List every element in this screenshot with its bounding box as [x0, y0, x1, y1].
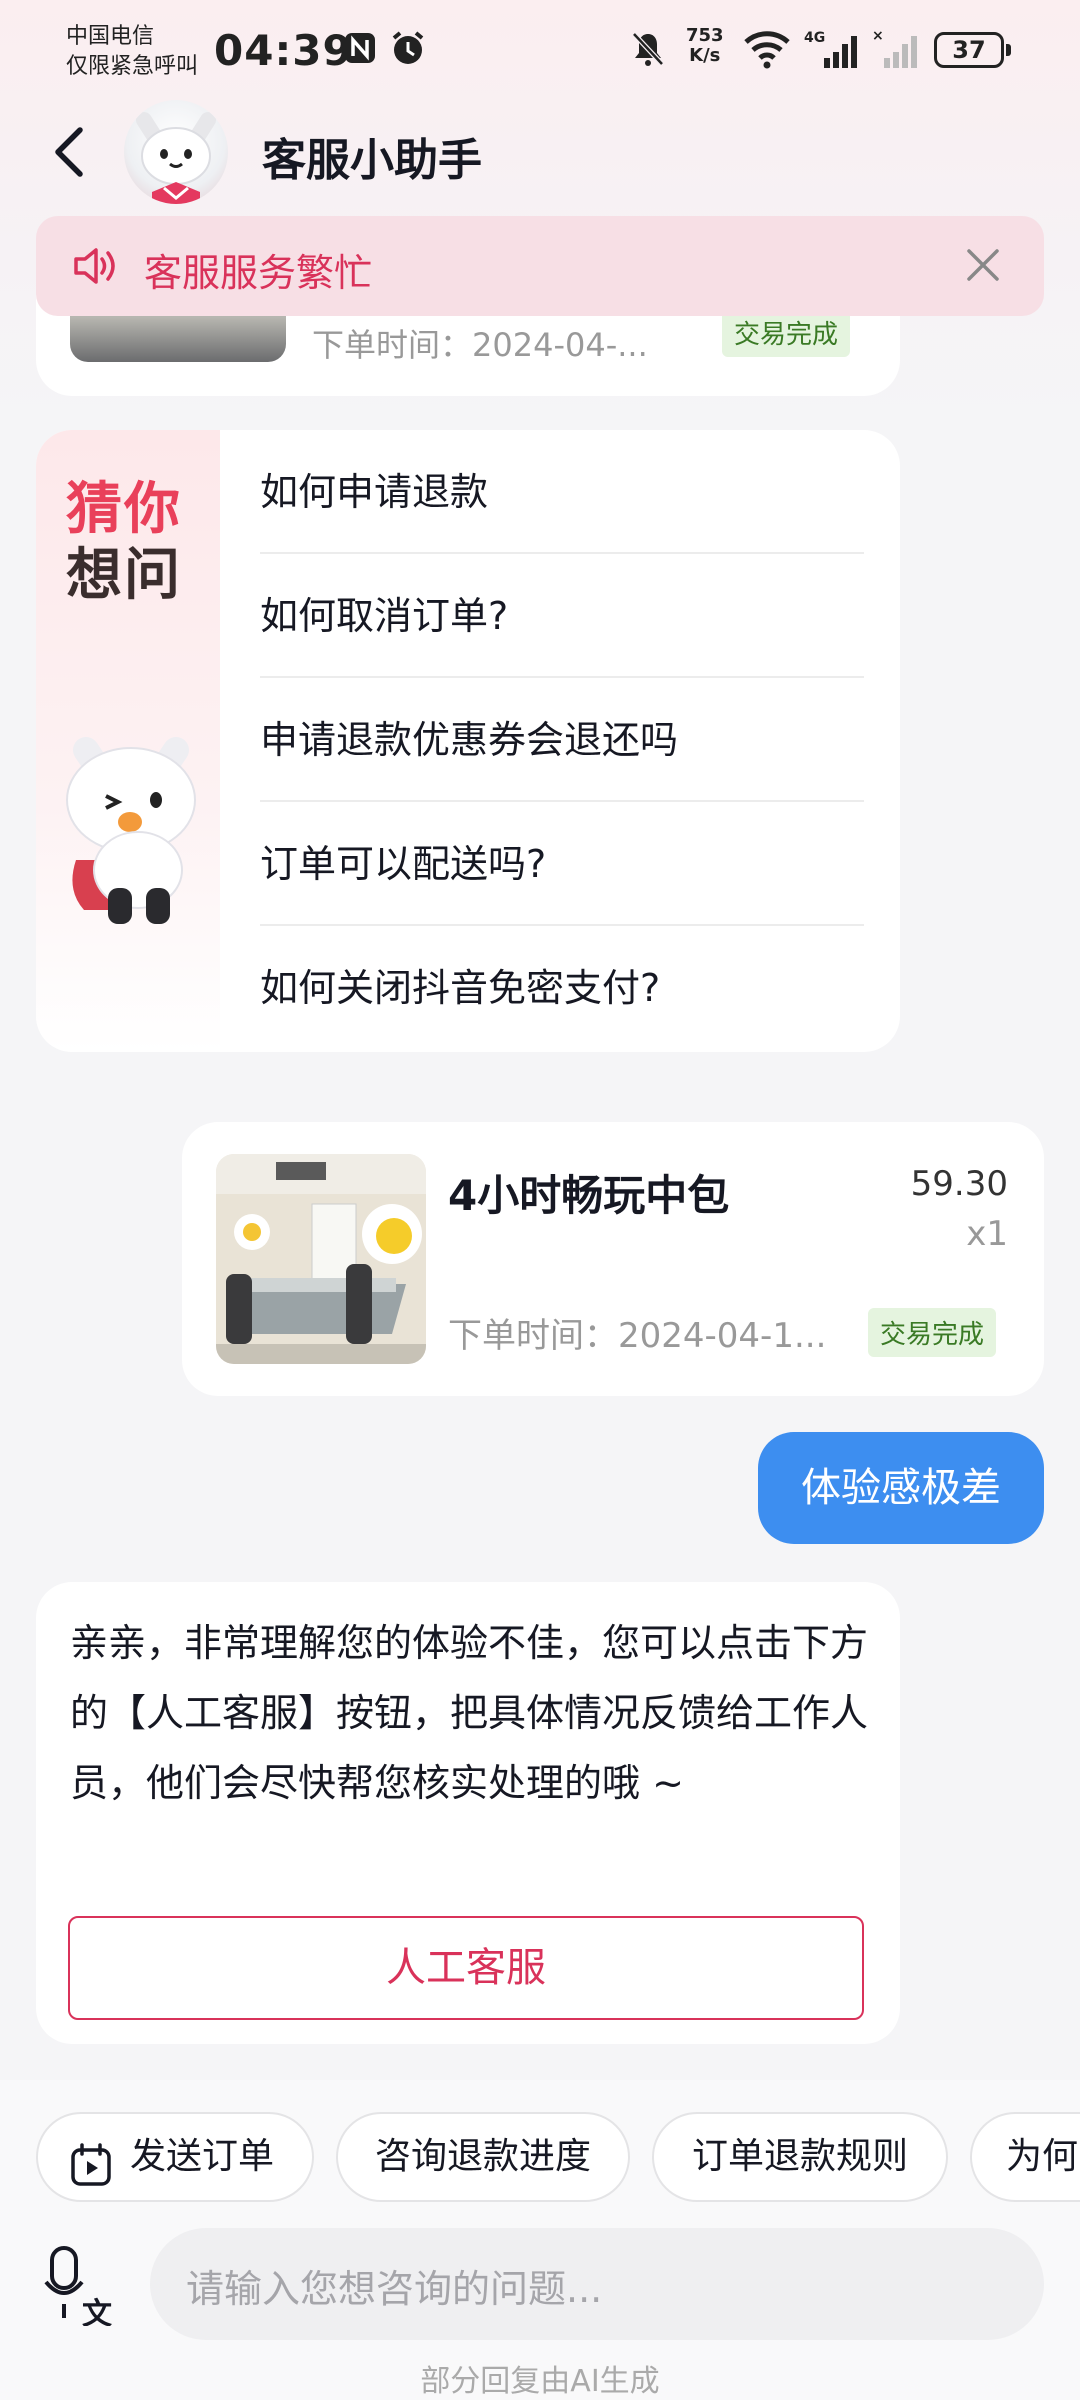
faq-item[interactable]: 订单可以配送吗?: [260, 802, 864, 926]
faq-panel-sidebar: 猜你 想问: [36, 430, 220, 1052]
human-service-button[interactable]: 人工客服: [68, 1916, 864, 2020]
alarm-icon: [388, 28, 428, 76]
close-icon: [967, 249, 999, 281]
input-placeholder: 请输入您想咨询的问题...: [186, 2267, 603, 2311]
faq-item[interactable]: 如何取消订单?: [260, 554, 864, 678]
net-speed-value: 753: [686, 25, 724, 46]
user-message-bubble: 体验感极差: [758, 1432, 1044, 1544]
quick-action-why[interactable]: 为何: [970, 2112, 1080, 2202]
mascot-illustration: [46, 710, 216, 930]
signal-4g-icon: 4G: [804, 28, 858, 78]
voice-translate-icon: 文: [44, 2246, 112, 2332]
assistant-avatar: [124, 100, 228, 204]
wifi-icon: [740, 26, 796, 78]
order-time: 下单时间：2024-04-...: [312, 326, 648, 364]
close-notice-button[interactable]: [958, 240, 1008, 290]
message-input[interactable]: 请输入您想咨询的问题...: [150, 2228, 1044, 2340]
page-title: 客服小助手: [262, 135, 482, 186]
quick-action-label: 发送订单: [130, 2136, 275, 2177]
order-time: 下单时间：2024-04-1...: [448, 1316, 827, 1356]
net-speed-unit: K/s: [689, 45, 721, 66]
carrier-info: 中国电信 仅限紧急呼叫: [66, 22, 198, 82]
status-badge: 交易完成: [868, 1308, 997, 1357]
status-bar: 中国电信 仅限紧急呼叫 04:39 753 K/s 4G × 37: [0, 0, 1080, 100]
faq-item[interactable]: 如何关闭抖音免密支付?: [260, 926, 864, 1050]
notice-text: 客服服务繁忙: [144, 251, 373, 295]
back-button[interactable]: [46, 122, 96, 182]
faq-item[interactable]: 申请退款优惠券会退还吗: [260, 678, 864, 802]
svg-text:4G: 4G: [804, 30, 825, 46]
order-photo: [216, 1154, 426, 1364]
battery-icon: 37: [934, 32, 1011, 68]
product-name: 4小时畅玩中包: [448, 1171, 730, 1220]
ai-disclaimer: 部分回复由AI生成: [420, 2364, 660, 2399]
chevron-left-icon: [55, 127, 83, 177]
faq-title-line2: 想问: [66, 543, 182, 608]
speaker-icon: [70, 244, 120, 292]
svg-text:×: ×: [872, 28, 884, 44]
busy-notice-banner: 客服服务繁忙: [36, 216, 1044, 316]
faq-item[interactable]: 如何申请退款: [260, 430, 864, 554]
product-quantity: x1: [966, 1214, 1008, 1254]
bot-message-text: 亲亲，非常理解您的体验不佳，您可以点击下方的【人工客服】按钮，把具体情况反馈给工…: [70, 1621, 869, 1805]
faq-panel: 猜你 想问 如何申请退款 如何取消订单? 申请退款优惠券会退还吗 订单可以配送吗…: [36, 430, 900, 1052]
quick-action-send-order[interactable]: 发送订单: [36, 2112, 314, 2202]
nfc-icon: [342, 30, 378, 74]
net-speed: 753 K/s: [686, 26, 724, 66]
carrier-status: 仅限紧急呼叫: [66, 54, 199, 79]
signal-none-icon: ×: [872, 28, 922, 78]
quick-action-refund-rules[interactable]: 订单退款规则: [652, 2112, 948, 2202]
clock: 04:39: [214, 26, 353, 75]
carrier-name: 中国电信: [66, 24, 155, 49]
product-price: 59.30: [910, 1164, 1008, 1204]
voice-input-button[interactable]: 文: [44, 2246, 118, 2332]
order-card[interactable]: 4小时畅玩中包 59.30 x1 下单时间：2024-04-1... 交易完成: [182, 1122, 1044, 1396]
bot-message-bubble: 亲亲，非常理解您的体验不佳，您可以点击下方的【人工客服】按钮，把具体情况反馈给工…: [36, 1582, 900, 2044]
order-send-icon: [68, 2134, 114, 2220]
svg-text:文: 文: [82, 2297, 112, 2326]
quick-action-refund-progress[interactable]: 咨询退款进度: [336, 2112, 630, 2202]
mute-icon: [630, 30, 666, 76]
